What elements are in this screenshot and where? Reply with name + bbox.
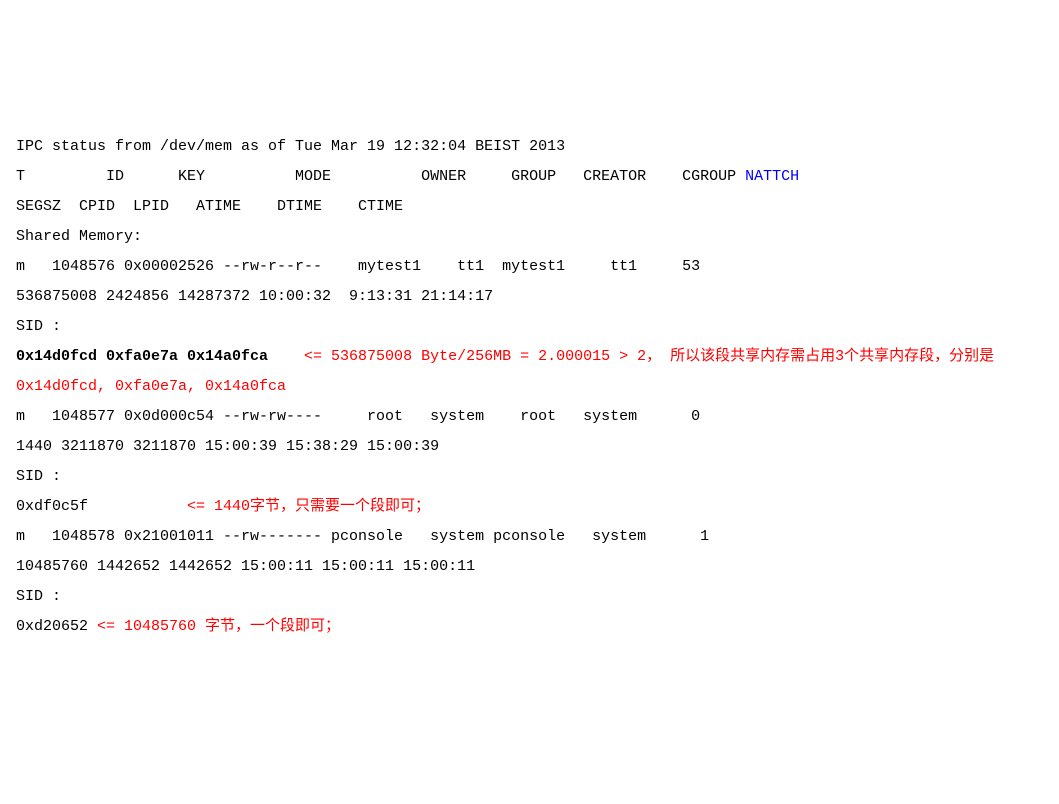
sid-label: SID :: [16, 468, 61, 485]
entry1-row1: m 1048576 0x00002526 --rw-r--r-- mytest1…: [16, 258, 700, 275]
shared-memory-header: Shared Memory:: [16, 228, 142, 245]
entry2-row1: m 1048577 0x0d000c54 --rw-rw---- root sy…: [16, 408, 700, 425]
column-header-line2: SEGSZ CPID LPID ATIME DTIME CTIME: [16, 198, 403, 215]
entry2-sid: 0xdf0c5f: [16, 498, 187, 515]
entry3-sid: 0xd20652: [16, 618, 97, 635]
ipc-output: IPC status from /dev/mem as of Tue Mar 1…: [16, 132, 1043, 642]
entry1-sids: 0x14d0fcd 0xfa0e7a 0x14a0fca: [16, 348, 304, 365]
nattch-label: NATTCH: [745, 168, 799, 185]
ipc-header: IPC status from /dev/mem as of Tue Mar 1…: [16, 138, 565, 155]
entry1-row2: 536875008 2424856 14287372 10:00:32 9:13…: [16, 288, 493, 305]
sid-label: SID :: [16, 588, 61, 605]
entry3-annotation: <= 10485760 字节，一个段即可；: [97, 618, 340, 635]
entry2-row2: 1440 3211870 3211870 15:00:39 15:38:29 1…: [16, 438, 439, 455]
sid-label: SID :: [16, 318, 61, 335]
entry3-row1: m 1048578 0x21001011 --rw------- pconsol…: [16, 528, 709, 545]
column-header-part1: T ID KEY MODE OWNER GROUP CREATOR CGROUP: [16, 168, 745, 185]
entry3-row2: 10485760 1442652 1442652 15:00:11 15:00:…: [16, 558, 475, 575]
entry2-annotation: <= 1440字节，只需要一个段即可；: [187, 498, 430, 515]
